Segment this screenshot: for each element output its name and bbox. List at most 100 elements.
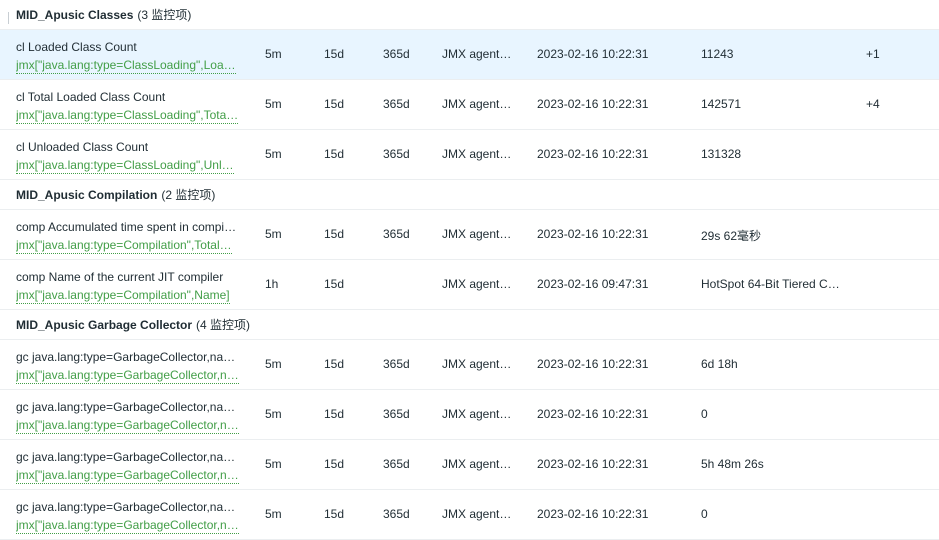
item-trends: 365d [383,457,410,471]
group-header[interactable]: MID_Apusic Compilation (2 监控项) [0,180,939,210]
item-type: JMX agent… [442,97,512,111]
item-name-cell: comp Name of the current JIT compiler jm… [16,270,260,307]
item-name-cell: gc java.lang:type=GarbageCollector,na… j… [16,500,260,537]
item-key-link[interactable]: jmx["java.lang:type=ClassLoading",Unl… [16,158,234,174]
item-name: gc java.lang:type=GarbageCollector,na… [16,400,236,414]
item-trends: 365d [383,227,410,241]
table-row[interactable]: comp Accumulated time spent in compi… jm… [0,210,939,260]
item-name: gc java.lang:type=GarbageCollector,na… [16,350,236,364]
table-row[interactable]: cl Unloaded Class Count jmx["java.lang:t… [0,130,939,180]
item-trends: 365d [383,47,410,61]
item-last-check: 2023-02-16 10:22:31 [537,147,649,161]
item-trends: 365d [383,97,410,111]
table-row[interactable]: gc java.lang:type=GarbageCollector,na… j… [0,490,939,540]
item-type: JMX agent… [442,357,512,371]
table-row[interactable]: cl Loaded Class Count jmx["java.lang:typ… [0,30,939,80]
table-row[interactable]: gc java.lang:type=GarbageCollector,na… j… [0,340,939,390]
item-type: JMX agent… [442,507,512,521]
item-history: 15d [324,457,345,471]
item-key-link[interactable]: jmx["java.lang:type=GarbageCollector,n… [16,518,239,534]
item-interval: 5m [265,457,282,471]
item-key-link[interactable]: jmx["java.lang:type=GarbageCollector,n… [16,418,239,434]
item-last-check: 2023-02-16 10:22:31 [537,357,649,371]
group-name: MID_Apusic Compilation [16,187,158,202]
item-type: JMX agent… [442,457,512,471]
item-interval: 5m [265,357,282,371]
group-header[interactable]: MID_Apusic Garbage Collector (4 监控项) [0,310,939,340]
item-name-cell: gc java.lang:type=GarbageCollector,na… j… [16,400,260,437]
item-last-value: 6d 18h [701,357,738,371]
item-name: cl Loaded Class Count [16,40,137,54]
item-history: 15d [324,97,345,111]
item-interval: 1h [265,277,279,291]
item-history: 15d [324,147,345,161]
item-last-value: HotSpot 64-Bit Tiered C… [701,277,840,291]
table-row[interactable]: gc java.lang:type=GarbageCollector,na… j… [0,440,939,490]
item-type: JMX agent… [442,407,512,421]
item-trends: 365d [383,407,410,421]
item-name: gc java.lang:type=GarbageCollector,na… [16,450,236,464]
item-change: +1 [866,47,880,61]
item-last-check: 2023-02-16 10:22:31 [537,507,649,521]
item-type: JMX agent… [442,47,512,61]
latest-data-table: MID_Apusic Classes (3 监控项) cl Loaded Cla… [0,0,939,540]
item-last-value: 0 [701,507,708,521]
group-name: MID_Apusic Garbage Collector [16,317,193,332]
table-row[interactable]: cl Total Loaded Class Count jmx["java.la… [0,80,939,130]
item-last-value: 131328 [701,147,742,161]
item-last-check: 2023-02-16 10:22:31 [537,47,649,61]
item-name-cell: gc java.lang:type=GarbageCollector,na… j… [16,450,260,487]
item-history: 15d [324,277,345,291]
item-last-check: 2023-02-16 10:22:31 [537,97,649,111]
item-name: comp Accumulated time spent in compi… [16,220,237,234]
item-name-cell: cl Loaded Class Count jmx["java.lang:typ… [16,40,260,77]
item-name-cell: cl Total Loaded Class Count jmx["java.la… [16,90,260,127]
item-trends: 365d [383,147,410,161]
item-last-value: 29s 62毫秒 [701,229,762,243]
item-type: JMX agent… [442,227,512,241]
group-header[interactable]: MID_Apusic Classes (3 监控项) [0,0,939,30]
item-type: JMX agent… [442,277,512,291]
group-tick [8,12,9,24]
item-history: 15d [324,507,345,521]
group-count: (4 监控项) [196,318,251,332]
item-interval: 5m [265,227,282,241]
item-name: cl Unloaded Class Count [16,140,149,154]
item-last-value: 142571 [701,97,742,111]
table-row[interactable]: comp Name of the current JIT compiler jm… [0,260,939,310]
item-name-cell: cl Unloaded Class Count jmx["java.lang:t… [16,140,260,177]
item-interval: 5m [265,47,282,61]
item-name: comp Name of the current JIT compiler [16,270,224,284]
item-key-link[interactable]: jmx["java.lang:type=GarbageCollector,n… [16,468,239,484]
table-row[interactable]: gc java.lang:type=GarbageCollector,na… j… [0,390,939,440]
item-interval: 5m [265,147,282,161]
item-name-cell: gc java.lang:type=GarbageCollector,na… j… [16,350,260,387]
item-last-value: 0 [701,407,708,421]
item-last-value: 5h 48m 26s [701,457,764,471]
item-history: 15d [324,357,345,371]
group-count: (2 监控项) [161,188,216,202]
group-name: MID_Apusic Classes [16,7,134,22]
item-trends: 365d [383,357,410,371]
item-key-link[interactable]: jmx["java.lang:type=Compilation",Total… [16,238,232,254]
item-name-cell: comp Accumulated time spent in compi… jm… [16,220,260,257]
item-key-link[interactable]: jmx["java.lang:type=ClassLoading",Loa… [16,58,236,74]
item-last-value: 11243 [701,47,734,61]
item-key-link[interactable]: jmx["java.lang:type=ClassLoading",Tota… [16,108,239,124]
item-interval: 5m [265,407,282,421]
item-change: +4 [866,97,880,111]
item-name: cl Total Loaded Class Count [16,90,166,104]
item-last-check: 2023-02-16 10:22:31 [537,457,649,471]
item-history: 15d [324,407,345,421]
item-history: 15d [324,47,345,61]
item-interval: 5m [265,97,282,111]
item-type: JMX agent… [442,147,512,161]
item-last-check: 2023-02-16 10:22:31 [537,227,649,241]
group-count: (3 监控项) [137,8,192,22]
item-key-link[interactable]: jmx["java.lang:type=GarbageCollector,n… [16,368,239,384]
item-key-link[interactable]: jmx["java.lang:type=Compilation",Name] [16,288,230,304]
item-interval: 5m [265,507,282,521]
item-last-check: 2023-02-16 10:22:31 [537,407,649,421]
item-last-check: 2023-02-16 09:47:31 [537,277,649,291]
item-history: 15d [324,227,345,241]
